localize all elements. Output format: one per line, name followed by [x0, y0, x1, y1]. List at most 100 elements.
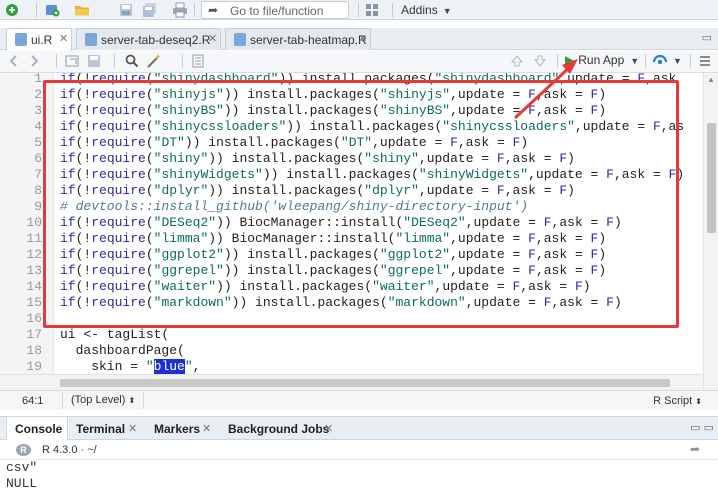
- code-line[interactable]: 8 if(!require("dplyr")) install.packages(…: [0, 183, 703, 199]
- goto-placeholder: Go to file/function: [230, 4, 324, 18]
- console-output[interactable]: csv" NULL: [0, 460, 718, 493]
- tab-background-jobs[interactable]: Background Jobs ✕: [220, 417, 333, 440]
- line-number: 7: [34, 167, 42, 182]
- toolbar-separator: [557, 54, 558, 68]
- source-tab-bar: ui.R ✕ server-tab-deseq2.R ✕ server-tab-…: [0, 28, 718, 51]
- document-outline-icon[interactable]: [190, 53, 206, 69]
- tab-label: Background Jobs: [228, 422, 330, 436]
- code-line[interactable]: 11 if(!require("limma")) BiocManager::ins…: [0, 231, 703, 247]
- addins-menu[interactable]: Addins ▼: [401, 3, 452, 17]
- show-in-window-icon[interactable]: [64, 53, 80, 69]
- arrow-up-icon[interactable]: [509, 53, 525, 69]
- code-line[interactable]: 12 if(!require("ggplot2")) install.packag…: [0, 247, 703, 263]
- tab-console[interactable]: Console: [6, 417, 68, 440]
- close-icon[interactable]: ✕: [208, 32, 217, 45]
- chevron-down-icon: ⬍: [128, 396, 136, 405]
- back-arrow-icon[interactable]: [6, 53, 22, 69]
- code-line[interactable]: 13 if(!require("ggrepel")) install.packag…: [0, 263, 703, 279]
- maximize-pane-icon[interactable]: ▭: [702, 31, 712, 44]
- save-icon[interactable]: [86, 53, 102, 69]
- goto-file-function-input[interactable]: ➦ Go to file/function: [201, 1, 349, 19]
- close-icon[interactable]: ✕: [59, 32, 68, 45]
- tab-label: Terminal: [76, 422, 126, 436]
- main-toolbar: ➦ Go to file/function Addins ▼: [0, 0, 718, 20]
- new-file-icon[interactable]: [4, 2, 20, 18]
- code-line[interactable]: 15 if(!require("markdown")) install.packa…: [0, 295, 703, 311]
- tab-terminal[interactable]: Terminal ✕: [68, 417, 144, 440]
- code-line[interactable]: 17 ui <- tagList(: [0, 327, 703, 343]
- code-line[interactable]: 18 dashboardPage(: [0, 343, 703, 359]
- chevron-down-icon: ▼: [442, 6, 452, 16]
- code-line[interactable]: 9 # devtools::install_github('wleepang/sh…: [0, 199, 703, 215]
- tab-label: server-tab-heatmap.R: [250, 33, 367, 47]
- chevron-down-icon[interactable]: ▼: [630, 56, 639, 66]
- tab-label: Markers: [154, 422, 201, 436]
- open-folder-icon[interactable]: [74, 2, 90, 18]
- scrollbar-thumb[interactable]: [707, 123, 716, 233]
- cursor-position: 64:1: [22, 395, 44, 407]
- publish-icon[interactable]: [652, 53, 668, 69]
- line-number: 12: [26, 247, 42, 262]
- new-project-icon[interactable]: [44, 2, 60, 18]
- tab-server-tab-deseq2[interactable]: server-tab-deseq2.R ✕: [76, 28, 221, 50]
- code-text: if(!require("shinyWidgets")) install.pac…: [60, 167, 685, 182]
- print-icon[interactable]: [172, 2, 188, 18]
- tab-markers[interactable]: Markers ✕: [146, 417, 218, 440]
- arrow-down-icon[interactable]: [532, 53, 548, 69]
- scrollbar-thumb[interactable]: [60, 379, 670, 387]
- grid-layout-icon[interactable]: [364, 2, 380, 18]
- close-icon[interactable]: ✕: [324, 422, 333, 435]
- addins-label: Addins: [401, 3, 438, 17]
- code-text: if(!require("shiny")) install.packages("…: [60, 151, 575, 166]
- save-icon[interactable]: [118, 2, 134, 18]
- goto-arrow-icon: ➦: [208, 3, 219, 17]
- go-to-directory-icon[interactable]: ➦: [690, 442, 700, 456]
- run-app-button[interactable]: ▶ Run App ▼: [565, 53, 639, 67]
- code-tools-wand-icon[interactable]: [146, 53, 162, 69]
- tab-ui-r[interactable]: ui.R ✕: [6, 28, 72, 51]
- toolbar-separator: [182, 54, 183, 68]
- search-icon[interactable]: [124, 53, 140, 69]
- code-text: ui <- tagList(: [60, 327, 170, 342]
- code-line[interactable]: 19 skin = "blue",: [0, 359, 703, 375]
- close-icon[interactable]: ✕: [128, 422, 137, 435]
- code-line[interactable]: 14 if(!require("waiter")) install.package…: [0, 279, 703, 295]
- code-line[interactable]: 2 if(!require("shinyjs")) install.package…: [0, 87, 703, 103]
- line-number: 15: [26, 295, 42, 310]
- console-header: R R 4.3.0 · ~/ ➦: [0, 440, 718, 460]
- code-line[interactable]: 10 if(!require("DESeq2")) BiocManager::in…: [0, 215, 703, 231]
- code-line[interactable]: 5 if(!require("DT")) install.packages("DT…: [0, 135, 703, 151]
- close-icon[interactable]: ✕: [202, 422, 211, 435]
- forward-arrow-icon[interactable]: [26, 53, 42, 69]
- line-number: 1: [34, 73, 42, 86]
- scroll-up-icon[interactable]: ▲: [707, 75, 715, 84]
- scope-selector[interactable]: (Top Level) ⬍: [62, 392, 145, 409]
- code-text: if(!require("shinycssloaders")) install.…: [60, 119, 685, 134]
- code-line[interactable]: 7 if(!require("shinyWidgets")) install.pa…: [0, 167, 703, 183]
- code-editor[interactable]: 1 if(!require("shinydashboard")) install.…: [0, 73, 703, 390]
- code-line[interactable]: 3 if(!require("shinyBS")) install.package…: [0, 103, 703, 119]
- code-line[interactable]: 16: [0, 311, 703, 327]
- code-text: if(!require("dplyr")) install.packages("…: [60, 183, 575, 198]
- r-file-icon: [15, 33, 27, 46]
- code-text: dashboardPage(: [60, 343, 185, 358]
- horizontal-scrollbar[interactable]: [0, 374, 703, 390]
- chevron-down-icon: ⬍: [695, 397, 702, 406]
- vertical-scrollbar[interactable]: ▲: [703, 73, 718, 390]
- line-number: 16: [26, 311, 42, 326]
- save-all-icon[interactable]: [142, 2, 158, 18]
- file-type-selector[interactable]: R Script ⬍: [653, 395, 702, 407]
- line-number: 17: [26, 327, 42, 342]
- toolbar-separator: [114, 54, 115, 68]
- chevron-down-icon[interactable]: ▼: [673, 56, 682, 66]
- tab-server-tab-heatmap[interactable]: server-tab-heatmap.R ✕: [225, 28, 371, 50]
- code-text: if(!require("shinyBS")) install.packages…: [60, 103, 607, 118]
- close-icon[interactable]: ✕: [358, 32, 367, 45]
- toolbar-separator: [690, 54, 691, 68]
- code-line[interactable]: 1 if(!require("shinydashboard")) install.…: [0, 73, 703, 87]
- code-line[interactable]: 4 if(!require("shinycssloaders")) install…: [0, 119, 703, 135]
- code-text: if(!require("DT")) install.packages("DT"…: [60, 135, 529, 150]
- code-line[interactable]: 6 if(!require("shiny")) install.packages(…: [0, 151, 703, 167]
- pane-window-controls[interactable]: ▭ ▭: [690, 421, 714, 434]
- menu-lines-icon[interactable]: [697, 53, 713, 69]
